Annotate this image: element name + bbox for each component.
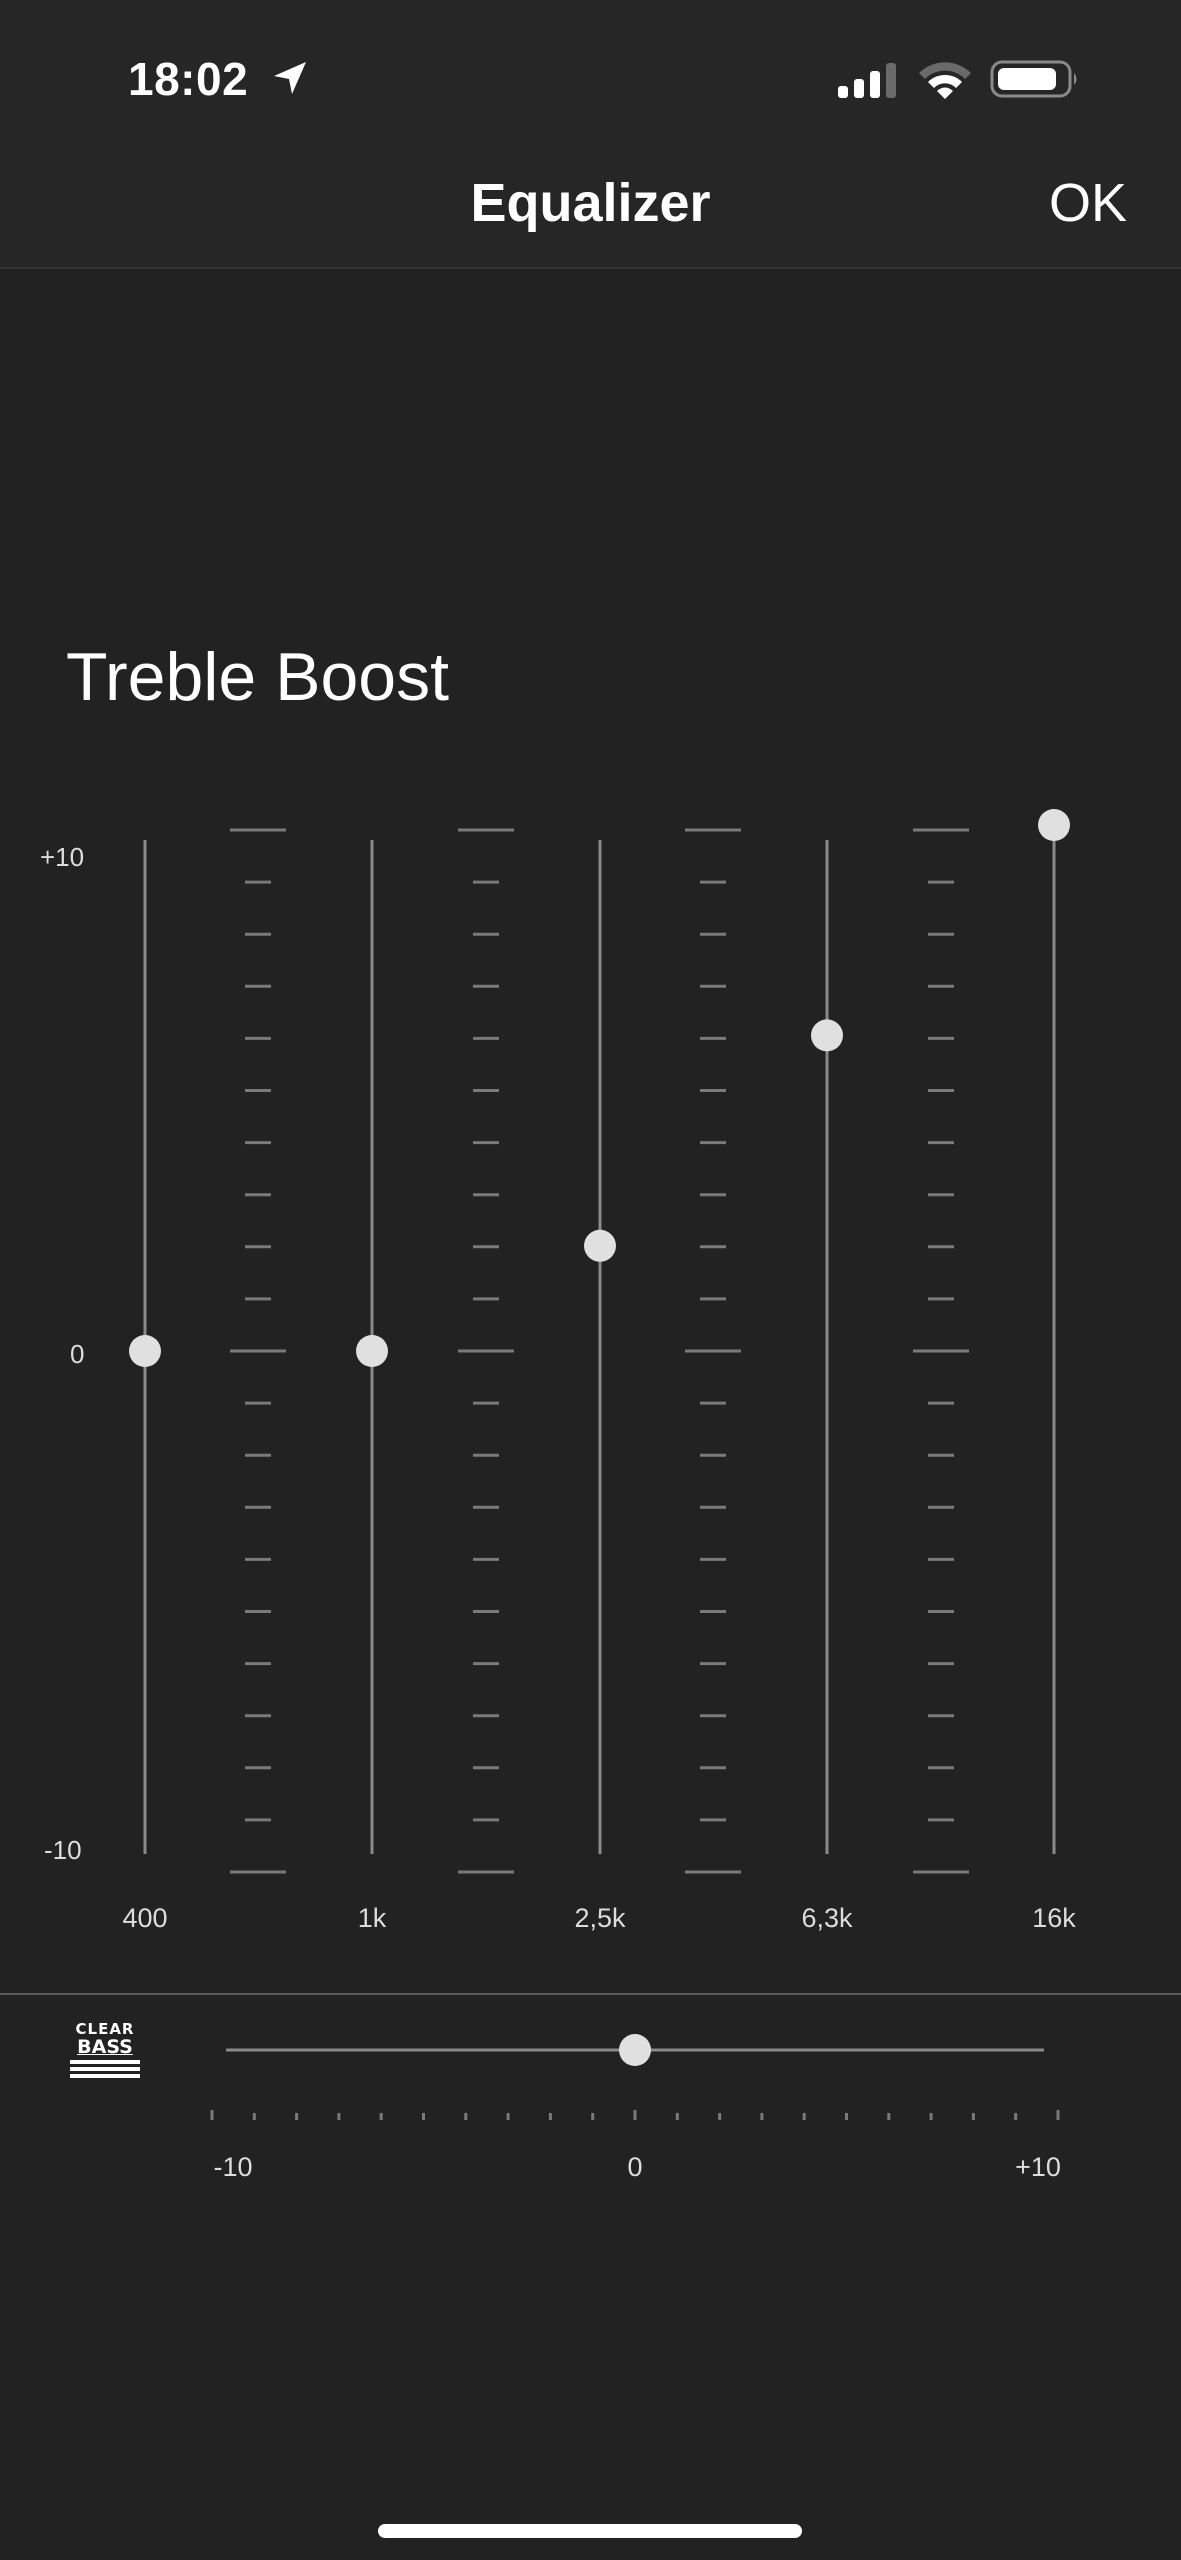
band-label: 2,5k: [574, 1903, 626, 1933]
page-title: Equalizer: [470, 173, 711, 233]
band-knob-6,3k[interactable]: [811, 1019, 843, 1052]
clear-bass-track[interactable]: [0, 2000, 1181, 2120]
clear-bass-min-label: -10: [213, 2152, 253, 2182]
ok-button[interactable]: OK: [1049, 172, 1127, 234]
clear-bass-slider[interactable]: -10 0 +10: [0, 2000, 1181, 2200]
home-indicator: [378, 2524, 802, 2538]
band-knob-1k[interactable]: [356, 1335, 388, 1367]
battery-icon: [990, 60, 1077, 98]
signal-icon: [838, 63, 896, 98]
band-knob-400[interactable]: [129, 1335, 161, 1367]
equalizer-panel: +10 0 -10 400 1k 2,5k 6,3k 16k: [0, 800, 1181, 1960]
clear-bass-knob[interactable]: [619, 2034, 651, 2066]
band-label: 16k: [1032, 1903, 1076, 1933]
clear-bass-max-label: +10: [1015, 2152, 1061, 2182]
band-knob-16k[interactable]: [1038, 809, 1070, 841]
location-arrow-icon: [274, 62, 306, 94]
band-label: 6,3k: [801, 1903, 853, 1933]
band-label: 1k: [357, 1903, 387, 1933]
band-knob-2,5k[interactable]: [584, 1229, 616, 1262]
status-time: 18:02: [128, 53, 249, 105]
equalizer-graph: [129, 809, 1070, 1874]
band-label: 400: [122, 1903, 168, 1933]
clear-bass-mid-label: 0: [627, 2152, 643, 2182]
nav-bar: Equalizer OK: [0, 150, 1181, 269]
divider: [0, 1993, 1181, 1995]
wifi-icon: [919, 62, 971, 99]
preset-name: Treble Boost: [66, 639, 449, 715]
status-bar: 18:02: [0, 0, 1181, 150]
